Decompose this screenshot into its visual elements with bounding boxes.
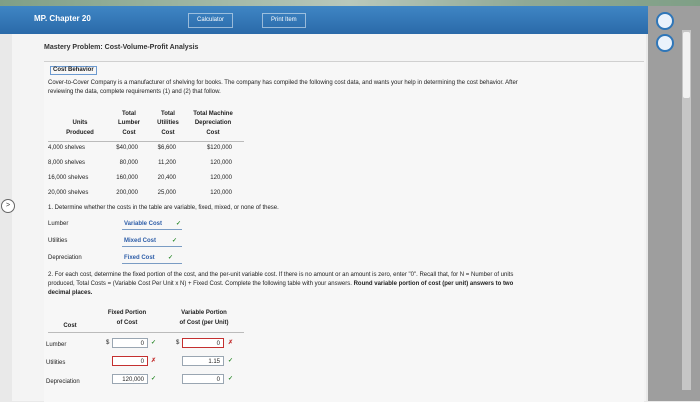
q1-row-label: Utilities: [48, 238, 68, 244]
table-row-depr: 120,000: [210, 175, 232, 181]
assignment-title: MP. Chapter 20: [34, 14, 91, 23]
q1-lumber-select[interactable]: Variable Cost ✓: [122, 219, 182, 230]
depr-header-mid: Depreciation: [194, 120, 232, 126]
table-row-depr: $120,000: [206, 145, 232, 151]
lumber-fixed-input[interactable]: 0: [112, 338, 148, 348]
units-header-b: Produced: [66, 130, 94, 136]
q1-row-label: Lumber: [48, 221, 69, 227]
variable-header-b: of Cost (per Unit): [179, 320, 229, 326]
calculator-button[interactable]: Calculator: [188, 13, 234, 28]
depreciation-variable-input[interactable]: 0: [182, 374, 224, 384]
table-row-depr: 120,000: [210, 190, 232, 196]
intro-text-line1: Cover-to-Cover Company is a manufacturer…: [48, 80, 518, 86]
units-header-a: Units: [72, 120, 88, 126]
q2-prompt-line2: produced, Total Costs = (Variable Cost P…: [48, 281, 513, 288]
table-row-utilities: $6,600: [157, 145, 176, 151]
check-icon: ✓: [228, 358, 234, 364]
table-row-units: 4,000 shelves: [48, 145, 86, 151]
q2-prompt-line1: 2. For each cost, determine the fixed po…: [48, 272, 514, 278]
q1-row-answer: Mixed Cost: [124, 238, 157, 244]
check-icon: ✓: [168, 255, 174, 261]
table-row-utilities: 11,200: [158, 160, 176, 166]
table-row-utilities: 20,400: [157, 175, 176, 181]
intro-text-line2: reviewing the data, complete requirement…: [48, 89, 221, 95]
depr-header-top: Total Machine: [193, 111, 233, 117]
vertical-scrollbar[interactable]: [682, 30, 691, 390]
currency-symbol: $: [106, 340, 110, 346]
check-icon: ✓: [228, 376, 234, 382]
q1-row-answer: Fixed Cost: [124, 255, 155, 261]
check-icon: ✓: [176, 221, 182, 227]
q2-prompt-line3: decimal places.: [48, 290, 93, 296]
fixed-header-a: Fixed Portion: [107, 310, 147, 316]
table-header-rule: [48, 141, 244, 142]
table-row-utilities: 25,000: [157, 190, 176, 196]
collapse-arrow-icon[interactable]: >: [1, 199, 15, 213]
variable-header-a: Variable Portion: [181, 310, 227, 316]
cross-icon: ✗: [228, 340, 234, 346]
q1-row-answer: Variable Cost: [124, 221, 163, 227]
utilities-variable-input[interactable]: 1.15: [182, 356, 224, 366]
check-icon: ✓: [151, 376, 157, 382]
section-title: Cost Behavior: [50, 66, 97, 75]
cost-header: Cost: [63, 323, 77, 329]
q2-row-label: Lumber: [46, 342, 67, 348]
fixed-header-b: of Cost: [116, 320, 138, 326]
table-row-lumber: 80,000: [119, 160, 138, 166]
scrollbar-thumb[interactable]: [683, 32, 690, 98]
table-row-lumber: $40,000: [116, 145, 138, 151]
table-row-units: 16,000 shelves: [48, 175, 89, 181]
lumber-variable-input[interactable]: 0: [182, 338, 224, 348]
q2-prompt-line2b: Round variable portion of cost (per unit…: [353, 281, 514, 287]
settings-icon[interactable]: [656, 34, 674, 52]
q2-prompt-line2a: produced, Total Costs = (Variable Cost P…: [48, 281, 354, 287]
table-row-lumber: 160,000: [116, 175, 138, 181]
cross-icon: ✗: [151, 358, 157, 364]
currency-symbol: $: [176, 340, 180, 346]
right-toolbar: [648, 6, 700, 401]
q1-prompt: 1. Determine whether the costs in the ta…: [48, 205, 279, 211]
table-row-depr: 120,000: [210, 160, 232, 166]
help-icon[interactable]: [656, 12, 674, 30]
problem-title: Mastery Problem: Cost-Volume-Profit Anal…: [44, 44, 199, 51]
q2-row-label: Depreciation: [46, 379, 80, 385]
q1-row-label: Depreciation: [48, 255, 82, 261]
assignment-title-bar: MP. Chapter 20 Calculator Print Item: [0, 6, 648, 34]
print-item-button[interactable]: Print Item: [262, 13, 306, 28]
utilities-fixed-input[interactable]: 0: [112, 356, 148, 366]
depreciation-fixed-input[interactable]: 120,000: [112, 374, 148, 384]
depr-header-bot: Cost: [206, 130, 220, 136]
table-row-lumber: 200,000: [116, 190, 138, 196]
check-icon: ✓: [151, 340, 157, 346]
table-row-units: 20,000 shelves: [48, 190, 89, 196]
q2-row-label: Utilities: [46, 360, 66, 366]
q2-header-rule: [48, 332, 244, 333]
table-row-units: 8,000 shelves: [48, 160, 86, 166]
q1-depreciation-select[interactable]: Fixed Cost ✓: [122, 253, 182, 264]
check-icon: ✓: [172, 238, 178, 244]
q1-utilities-select[interactable]: Mixed Cost ✓: [122, 236, 182, 247]
